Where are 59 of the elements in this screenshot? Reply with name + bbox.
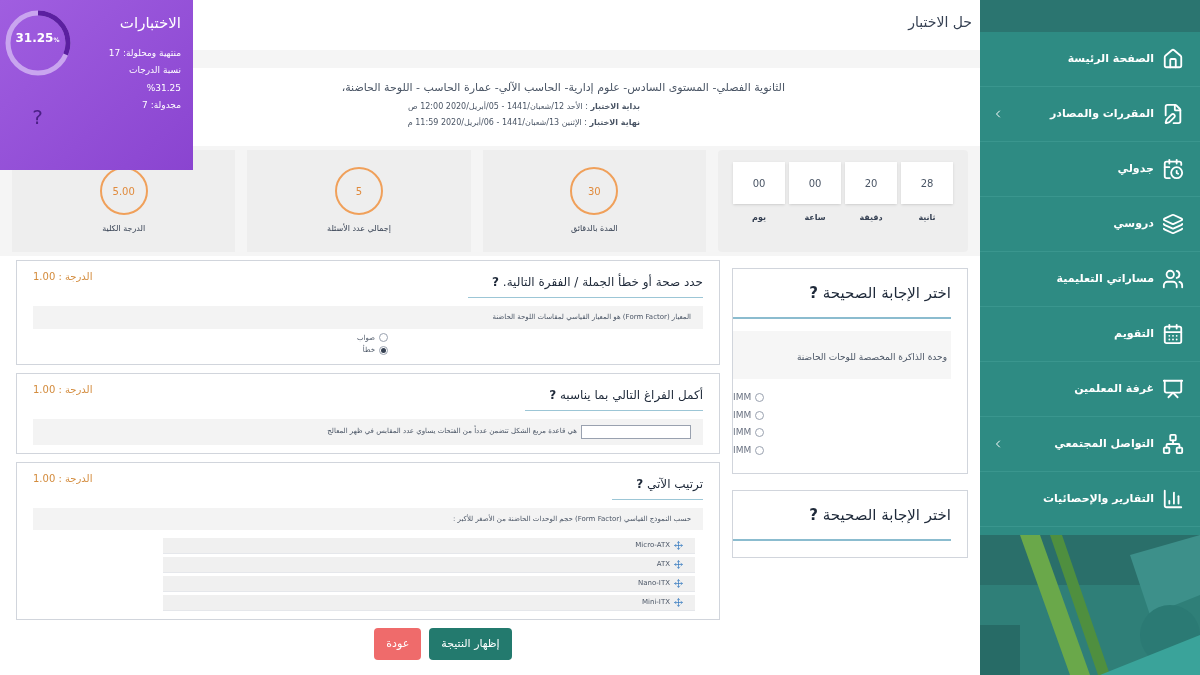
card-text: مجدولة: 7 bbox=[142, 99, 181, 112]
presentation-board-icon bbox=[1162, 378, 1184, 400]
back-button[interactable]: عودة bbox=[374, 628, 422, 660]
move-icon bbox=[674, 579, 683, 588]
option-label: IMM bbox=[733, 443, 752, 457]
card-text: %31.25 bbox=[146, 81, 181, 95]
radio-button[interactable] bbox=[755, 410, 765, 420]
exam-title: الثانوية الفصلي- المستوى السادس- علوم إدارية- الحاسب الآلي- عمارة الحاسب - اللوحة الحاضنة، bbox=[341, 80, 785, 96]
stat-value: 5 bbox=[335, 167, 383, 215]
option-label: IMM bbox=[733, 408, 752, 422]
bar-chart-icon bbox=[1162, 488, 1184, 510]
countdown-unit: ثانية bbox=[918, 212, 936, 224]
countdown-value: 00 bbox=[733, 162, 785, 204]
people-icon bbox=[1162, 268, 1184, 290]
countdown-value: 00 bbox=[789, 162, 841, 204]
move-icon bbox=[674, 560, 683, 569]
question-grade: الدرجة : 1.00 bbox=[33, 382, 93, 397]
countdown-value: 20 bbox=[845, 162, 897, 204]
calendar-clock-icon bbox=[1162, 158, 1184, 180]
option-label: IMM bbox=[733, 391, 752, 404]
show-result-button[interactable]: إظهار النتيجة bbox=[429, 628, 512, 660]
move-icon bbox=[674, 598, 683, 607]
card-text: منتهية ومحلولة: 17 bbox=[108, 46, 181, 60]
option-label: IMM bbox=[733, 426, 752, 439]
page-title: حل الاختبار bbox=[908, 13, 972, 33]
question-mark: ? bbox=[32, 104, 43, 131]
layers-icon bbox=[1162, 213, 1184, 235]
question-text: وحدة الذاكرة المخصصة للوحات الحاضنة bbox=[796, 352, 947, 362]
house-icon bbox=[1162, 48, 1184, 70]
exam-start: بداية الاختبار : الأحد 12/شعبان/1441 - 05/أبريل/2020 12:00 ص bbox=[407, 100, 641, 113]
card-text: نسبة الدرجات bbox=[128, 64, 181, 77]
stat-label: إجمالي عدد الأسئلة bbox=[327, 223, 391, 235]
stat-label: الدرجة الكلية bbox=[102, 223, 146, 235]
radio-button[interactable] bbox=[379, 333, 388, 343]
pencil-document-icon bbox=[1162, 103, 1184, 125]
card-title: الاختبارات bbox=[119, 13, 181, 34]
exam-end: نهاية الاختبار : الإثنين 13/شعبان/1441 - 06/أبريل/2020 11:59 م bbox=[407, 116, 641, 129]
stat-label: المدة بالدقائق bbox=[571, 223, 618, 235]
radio-button[interactable] bbox=[755, 445, 765, 455]
question-grade: الدرجة : 1.00 bbox=[33, 471, 93, 486]
network-icon bbox=[1162, 433, 1184, 455]
move-icon bbox=[674, 541, 683, 550]
radio-button[interactable] bbox=[379, 345, 388, 355]
countdown-unit: يوم bbox=[752, 212, 766, 224]
stat-value: 5.00 bbox=[99, 167, 148, 215]
question-grade: الدرجة : 1.00 bbox=[33, 270, 93, 284]
countdown-unit: ساعة bbox=[804, 212, 826, 224]
question-title: ترتيب الآتي ? bbox=[636, 476, 703, 491]
radio-button[interactable] bbox=[755, 428, 765, 438]
question-title: أكمل الفراغ التالي بما يناسبه ? bbox=[549, 387, 703, 402]
countdown-value: 28 bbox=[901, 162, 953, 204]
answer-field[interactable] bbox=[581, 424, 691, 439]
stat-value: 30 bbox=[570, 167, 619, 215]
radio-button[interactable] bbox=[755, 393, 765, 403]
countdown-unit: دقيقة bbox=[859, 212, 883, 224]
question-title: حدد صحة أو خطأ الجملة / الفقرة التالية. ? bbox=[492, 275, 703, 289]
question-title: اختر الإجابة الصحيحة ? bbox=[809, 506, 951, 524]
calendar-icon bbox=[1162, 323, 1184, 345]
question-title: اختر الإجابة الصحيحة ? bbox=[809, 284, 951, 302]
